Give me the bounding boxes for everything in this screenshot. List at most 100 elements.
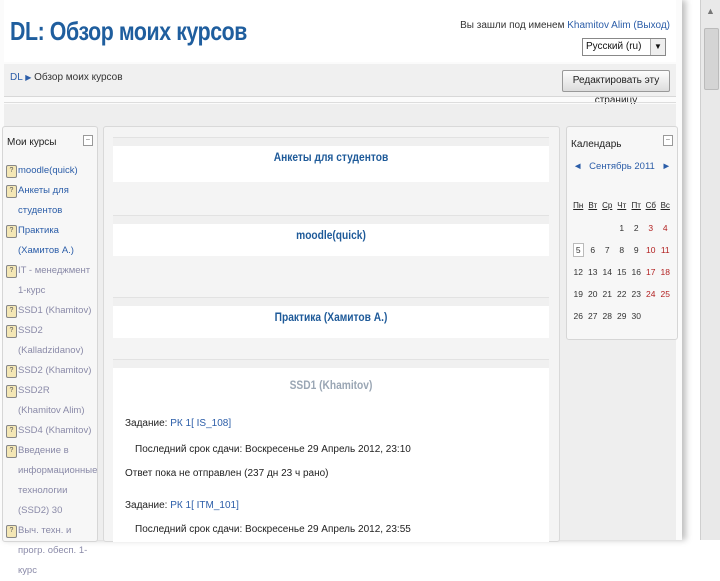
calendar-day[interactable]: 4 — [658, 217, 673, 239]
course-list-item[interactable]: ? moodle(quick) — [5, 161, 95, 181]
calendar-day[interactable]: 22 — [615, 283, 630, 305]
course-list-label: SSD1 (Khamitov) — [18, 305, 92, 316]
calendar-day[interactable]: 11 — [658, 239, 673, 261]
calendar-day[interactable]: 6 — [586, 239, 601, 261]
login-prefix: Вы зашли под именем — [460, 20, 565, 31]
course-list-label: SSD2R (Khamitov Alim) — [18, 385, 85, 416]
course-icon: ? — [6, 425, 17, 438]
chevron-down-icon: ▼ — [650, 39, 665, 55]
calendar-day[interactable]: 1 — [615, 217, 630, 239]
course-icon: ? — [6, 185, 17, 198]
calendar-day-number: 7 — [604, 245, 610, 255]
weekday-label: Вт — [588, 201, 598, 210]
calendar-day[interactable]: 16 — [629, 261, 644, 283]
scroll-thumb[interactable] — [704, 28, 719, 90]
calendar-title: Календарь — [571, 139, 622, 150]
course-box: Анкеты для студентов — [113, 137, 549, 182]
page-header: DL: Обзор моих курсов Вы зашли под имене… — [4, 0, 676, 62]
course-list-item[interactable]: ? SSD2R (Khamitov Alim) — [5, 381, 95, 421]
course-list-item[interactable]: ? Выч. техн. и прогр. обесп. 1-курс — [5, 521, 95, 581]
calendar-day[interactable]: 10 — [644, 239, 659, 261]
weekday-label: Вс — [660, 201, 670, 210]
course-title-link[interactable]: Анкеты для студентов — [146, 150, 517, 164]
assignment-deadline: Последний срок сдачи: Воскресенье 29 Апр… — [135, 444, 411, 455]
collapse-icon[interactable]: – — [663, 135, 673, 146]
calendar-day-number: 10 — [646, 245, 656, 255]
scroll-up-icon[interactable]: ▲ — [706, 6, 715, 16]
calendar-day[interactable]: 9 — [629, 239, 644, 261]
calendar-day[interactable]: 12 — [571, 261, 586, 283]
assignment-label: Задание: — [125, 418, 168, 429]
calendar-day[interactable]: 14 — [600, 261, 615, 283]
vertical-scrollbar[interactable]: ▲ — [700, 0, 720, 540]
course-icon: ? — [6, 325, 17, 338]
calendar-grid: Пн Вт Ср Чт Пт Сб Вс 1 2 3 4 5 6 7 8 9 10 11 12 13 14 15 16 17 1… — [571, 195, 673, 327]
calendar-block: Календарь – ◄ Сентябрь 2011 ► Пн Вт Ср Чт Пт… — [566, 126, 678, 340]
calendar-day[interactable]: 5 — [571, 239, 586, 261]
course-list-label: IT - менеджмент 1-курс — [18, 265, 91, 296]
calendar-day[interactable]: 3 — [644, 217, 659, 239]
logout-link[interactable]: (Выход) — [633, 20, 670, 31]
course-list-label: moodle(quick) — [18, 165, 78, 176]
weekday-label: Пт — [631, 201, 641, 210]
course-icon: ? — [6, 385, 17, 398]
breadcrumb-arrow-icon: ▶ — [25, 73, 32, 82]
course-icon: ? — [6, 225, 17, 238]
calendar-day[interactable]: 30 — [629, 305, 644, 327]
course-list-item[interactable]: ? SSD2 (Khamitov) — [5, 361, 95, 381]
calendar-day[interactable]: 15 — [615, 261, 630, 283]
calendar-day-number: 30 — [631, 311, 641, 321]
breadcrumb-home-link[interactable]: DL — [10, 72, 22, 83]
course-list-label: SSD2 (Khamitov) — [18, 365, 92, 376]
calendar-day[interactable]: 29 — [615, 305, 630, 327]
page-title: DL: Обзор моих курсов — [10, 16, 248, 46]
course-list-item[interactable]: ? SSD4 (Khamitov) — [5, 421, 95, 441]
edit-page-button[interactable]: Редактировать эту страницу — [562, 70, 670, 106]
calendar-day — [644, 305, 659, 327]
my-courses-title: Мои курсы — [7, 137, 57, 148]
calendar-day — [571, 217, 586, 239]
course-list-item[interactable]: ? SSD2 (Kalladzidanov) — [5, 321, 95, 361]
course-list-label: Практика (Хамитов А.) — [18, 225, 74, 256]
calendar-day[interactable]: 26 — [571, 305, 586, 327]
language-select[interactable]: Русский (ru) ▼ — [582, 38, 666, 56]
course-list-item[interactable]: ? SSD1 (Khamitov) — [5, 301, 95, 321]
calendar-day[interactable]: 19 — [571, 283, 586, 305]
course-title-link[interactable]: Практика (Хамитов А.) — [146, 310, 517, 324]
calendar-day-number: 22 — [617, 289, 627, 299]
calendar-day[interactable]: 13 — [586, 261, 601, 283]
assignment-link[interactable]: РК 1[ IS_108] — [170, 418, 231, 429]
calendar-day[interactable]: 20 — [586, 283, 601, 305]
course-title-link[interactable]: moodle(quick) — [146, 228, 517, 242]
course-list-item[interactable]: ? Введение в информационные технологии (S… — [5, 441, 97, 521]
calendar-day[interactable]: 7 — [600, 239, 615, 261]
assignment-link[interactable]: РК 1[ ITM_101] — [170, 500, 239, 511]
calendar-day[interactable]: 28 — [600, 305, 615, 327]
breadcrumb-current: Обзор моих курсов — [34, 72, 123, 83]
course-list-item[interactable]: ? IT - менеджмент 1-курс — [5, 261, 95, 301]
assignment-line: Задание: РК 1[ ITM_101] — [125, 500, 239, 511]
calendar-day-number: 3 — [648, 223, 654, 233]
next-month-icon[interactable]: ► — [662, 161, 671, 172]
course-list-item[interactable]: ? Анкеты для студентов — [5, 181, 95, 221]
calendar-month-link[interactable]: Сентябрь 2011 — [571, 161, 673, 172]
calendar-day[interactable]: 25 — [658, 283, 673, 305]
assignment-deadline: Последний срок сдачи: Воскресенье 29 Апр… — [135, 524, 411, 535]
course-title-link[interactable]: SSD1 (Khamitov) — [146, 378, 517, 392]
weekday-label: Чт — [617, 201, 627, 210]
calendar-day[interactable]: 8 — [615, 239, 630, 261]
calendar-day[interactable]: 18 — [658, 261, 673, 283]
course-icon: ? — [6, 445, 17, 458]
collapse-icon[interactable]: – — [83, 135, 93, 146]
calendar-day[interactable]: 2 — [629, 217, 644, 239]
calendar-day[interactable]: 24 — [644, 283, 659, 305]
user-link[interactable]: Khamitov Alim — [567, 20, 630, 31]
calendar-day[interactable]: 17 — [644, 261, 659, 283]
calendar-day[interactable]: 27 — [586, 305, 601, 327]
course-list-item[interactable]: ? Практика (Хамитов А.) — [5, 221, 95, 261]
calendar-day[interactable]: 21 — [600, 283, 615, 305]
calendar-day[interactable]: 23 — [629, 283, 644, 305]
weekday-label: Сб — [645, 201, 656, 210]
calendar-day-number: 26 — [573, 311, 583, 321]
calendar-day-number: 28 — [602, 311, 612, 321]
